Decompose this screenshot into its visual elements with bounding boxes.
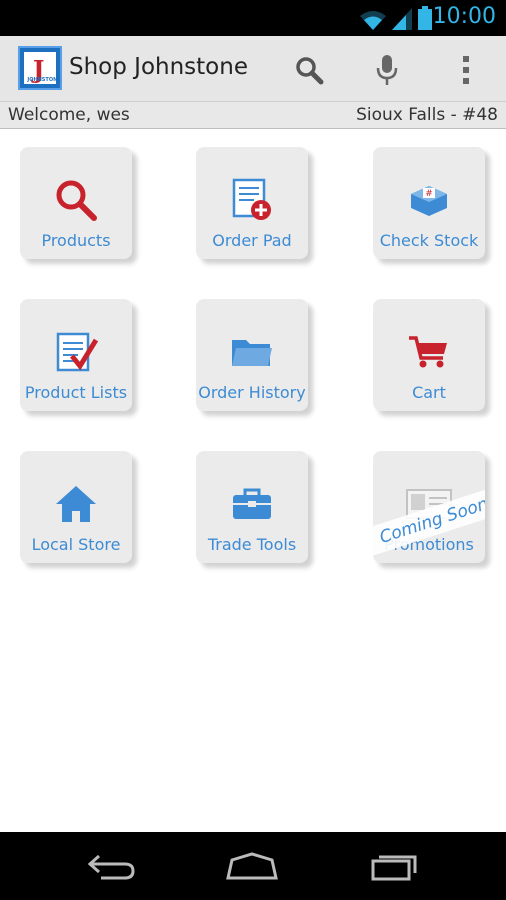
- app-logo[interactable]: J JOHNSTONE: [18, 46, 62, 90]
- toolbox-icon: [233, 488, 271, 519]
- check-stock-icon: #: [411, 186, 447, 216]
- home-icon: [56, 486, 96, 522]
- tile-label: Cart: [412, 383, 446, 402]
- status-icons: [360, 6, 432, 30]
- welcome-greeting: Welcome, wes: [8, 105, 130, 125]
- status-bar: 10:00: [0, 0, 506, 36]
- welcome-bar: Welcome, wes Sioux Falls - #48: [0, 102, 506, 129]
- voice-search-button[interactable]: [367, 50, 407, 90]
- tile-check-stock[interactable]: # Check Stock: [373, 147, 485, 259]
- app-title: Shop Johnstone: [69, 54, 248, 80]
- search-icon: [296, 57, 324, 85]
- wifi-icon: [360, 11, 386, 30]
- overflow-menu-icon: [463, 56, 469, 84]
- logo-text: JOHNSTONE: [27, 77, 61, 83]
- signal-icon: [392, 8, 412, 30]
- home-nav-icon: [226, 852, 278, 880]
- search-button[interactable]: [289, 50, 329, 90]
- overflow-menu-button[interactable]: [446, 50, 486, 90]
- checklist-icon: [56, 332, 98, 372]
- tile-label: Trade Tools: [207, 535, 297, 554]
- status-time: 10:00: [432, 4, 496, 29]
- tile-label: Products: [41, 231, 111, 250]
- back-icon: [87, 854, 135, 880]
- cart-icon: [409, 336, 447, 368]
- tile-label: Order History: [198, 383, 306, 402]
- store-location: Sioux Falls - #48: [356, 105, 498, 125]
- tile-label: Check Stock: [379, 231, 479, 250]
- tile-product-lists[interactable]: Product Lists: [20, 299, 132, 411]
- tile-order-pad[interactable]: Order Pad: [196, 147, 308, 259]
- tile-label: Local Store: [31, 535, 121, 554]
- tile-promotions[interactable]: Promotions Coming Soon: [373, 451, 485, 563]
- recent-apps-icon: [371, 855, 417, 881]
- search-icon: [56, 180, 97, 221]
- tile-products[interactable]: Products: [20, 147, 132, 259]
- svg-text:#: #: [425, 189, 433, 199]
- tile-label: Product Lists: [24, 383, 128, 402]
- order-pad-icon: [232, 178, 271, 220]
- tile-label: Order Pad: [212, 231, 292, 250]
- navigation-bar: [0, 832, 506, 900]
- tile-local-store[interactable]: Local Store: [20, 451, 132, 563]
- home-button[interactable]: [222, 848, 282, 884]
- microphone-icon: [376, 55, 398, 85]
- recent-apps-button[interactable]: [364, 848, 424, 884]
- battery-icon: [418, 6, 432, 30]
- tile-cart[interactable]: Cart: [373, 299, 485, 411]
- action-bar: J JOHNSTONE Shop Johnstone: [0, 36, 506, 102]
- back-button[interactable]: [82, 848, 142, 884]
- tile-order-history[interactable]: Order History: [196, 299, 308, 411]
- folder-icon: [232, 340, 272, 366]
- tile-trade-tools[interactable]: Trade Tools: [196, 451, 308, 563]
